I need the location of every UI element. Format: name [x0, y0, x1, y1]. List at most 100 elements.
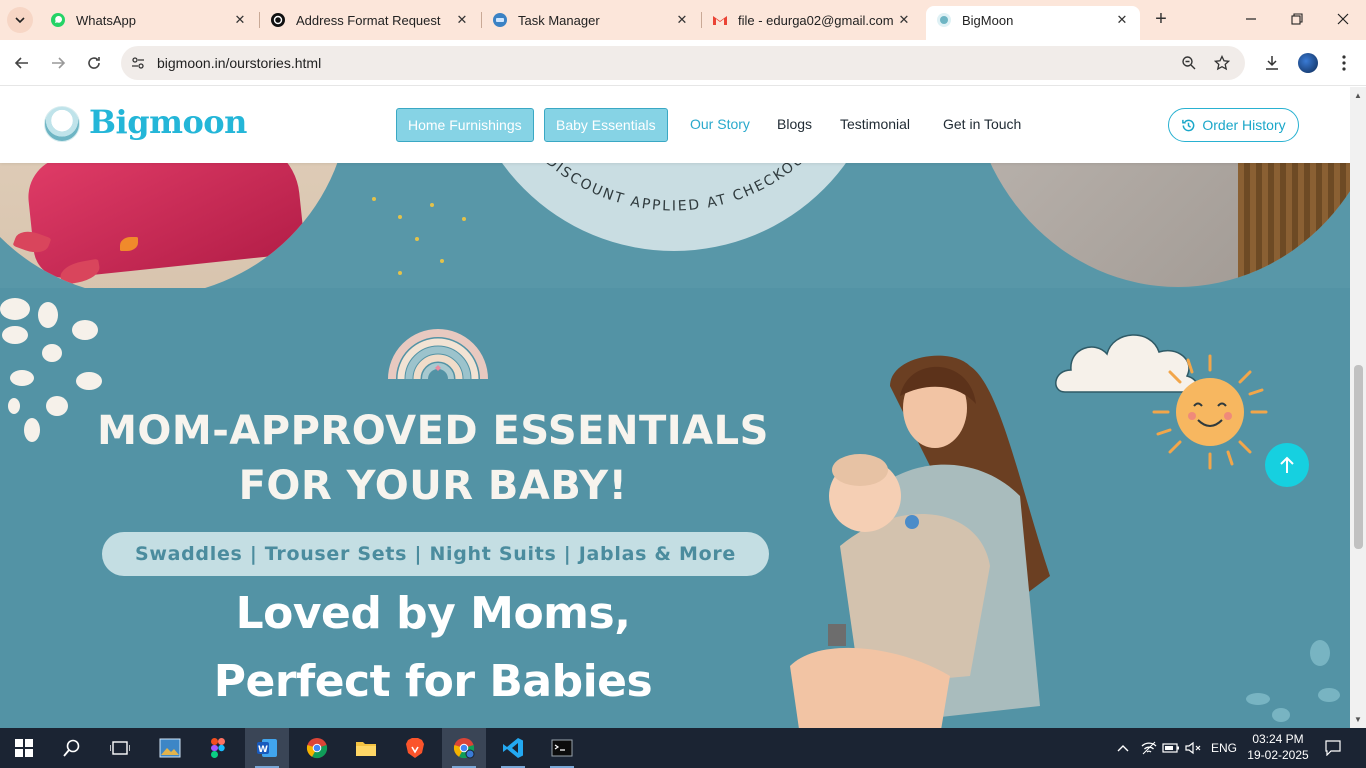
- task-view-button[interactable]: [98, 728, 142, 768]
- start-icon: [15, 739, 33, 757]
- tagline-line2: Perfect for Babies: [213, 656, 653, 707]
- taskbar-photos[interactable]: [148, 728, 192, 768]
- tab-address-format[interactable]: Address Format Request ✕: [260, 6, 480, 34]
- tab-title: file - edurga02@gmail.com: [738, 12, 894, 28]
- forward-button[interactable]: [46, 51, 70, 75]
- page-viewport: • DISCOUNT APPLIED AT CHECKOUT MOM-A: [0, 87, 1350, 728]
- mother-with-baby-photo: [790, 355, 1050, 728]
- minimize-button[interactable]: [1240, 8, 1262, 30]
- spot-decoration: [2, 326, 28, 344]
- profile-avatar[interactable]: [1298, 53, 1318, 73]
- scroll-to-top-button[interactable]: [1265, 443, 1309, 487]
- browser-toolbar: bigmoon.in/ourstories.html: [0, 40, 1366, 86]
- zoom-icon[interactable]: [1180, 54, 1198, 72]
- downloads-button[interactable]: [1261, 52, 1283, 74]
- banner-headline-line1: MOM-APPROVED ESSENTIALS: [97, 408, 769, 454]
- reload-icon: [88, 57, 100, 69]
- whatsapp-icon: [50, 12, 66, 28]
- tab-title: Address Format Request: [296, 12, 441, 28]
- tab-gmail[interactable]: file - edurga02@gmail.com ✕: [702, 6, 922, 34]
- chevron-up-icon: [1117, 745, 1129, 752]
- sparkle-dot: [415, 237, 419, 241]
- address-bar[interactable]: bigmoon.in/ourstories.html: [121, 46, 1245, 80]
- close-icon[interactable]: ✕: [454, 12, 470, 28]
- wifi-icon: [1141, 741, 1157, 755]
- volume-muted-icon: [1185, 741, 1201, 755]
- taskbar-clock[interactable]: 03:24 PM 19-02-2025: [1244, 731, 1312, 763]
- tab-bigmoon[interactable]: BigMoon ✕: [926, 6, 1140, 40]
- nav-get-in-touch[interactable]: Get in Touch: [943, 116, 1021, 132]
- baby-essentials-banner: MOM-APPROVED ESSENTIALS FOR YOUR BABY! S…: [0, 288, 1350, 728]
- back-arrow-icon: [14, 57, 28, 69]
- site-logo-text[interactable]: Bigmoon: [89, 103, 247, 141]
- bookmark-star-icon[interactable]: [1213, 54, 1231, 72]
- show-hidden-icons-button[interactable]: [1112, 728, 1134, 768]
- scrollbar-thumb[interactable]: [1354, 365, 1363, 549]
- order-history-button[interactable]: Order History: [1168, 108, 1299, 142]
- sparkle-dot: [430, 203, 434, 207]
- close-window-button[interactable]: [1332, 8, 1354, 30]
- product-categories-pill: Swaddles | Trouser Sets | Night Suits | …: [102, 532, 769, 576]
- battery-status[interactable]: [1160, 728, 1182, 768]
- nav-our-story[interactable]: Our Story: [690, 116, 750, 132]
- reload-button[interactable]: [82, 51, 106, 75]
- taskbar-chrome-profile[interactable]: [442, 728, 486, 768]
- minimize-icon: [1246, 18, 1256, 20]
- windows-taskbar: W ENG 03:24 PM 19-02-2025: [0, 728, 1366, 768]
- figma-icon: [211, 738, 225, 758]
- taskbar-search-button[interactable]: [50, 728, 94, 768]
- taskbar-terminal[interactable]: [540, 728, 584, 768]
- language-indicator[interactable]: ENG: [1206, 728, 1242, 768]
- back-button[interactable]: [10, 51, 34, 75]
- bigmoon-logo-icon[interactable]: [44, 106, 80, 142]
- close-icon: [1337, 13, 1349, 25]
- close-icon[interactable]: ✕: [896, 12, 912, 28]
- scroll-up-arrow-icon[interactable]: ▲: [1353, 90, 1363, 100]
- brave-icon: [406, 738, 424, 758]
- taskbar-chrome[interactable]: [295, 728, 339, 768]
- file-explorer-icon: [356, 742, 376, 756]
- nav-blogs[interactable]: Blogs: [777, 116, 812, 132]
- close-icon[interactable]: ✕: [232, 12, 248, 28]
- nav-baby-essentials[interactable]: Baby Essentials: [544, 108, 668, 142]
- volume-control[interactable]: [1182, 728, 1204, 768]
- photos-icon: [159, 738, 181, 758]
- network-status[interactable]: [1138, 728, 1160, 768]
- scroll-down-arrow-icon[interactable]: ▼: [1353, 714, 1363, 724]
- vscode-icon: [503, 738, 523, 758]
- leaf-decoration: [1318, 688, 1340, 702]
- new-tab-button[interactable]: +: [1150, 8, 1172, 30]
- nav-home-furnishings[interactable]: Home Furnishings: [396, 108, 534, 142]
- close-icon[interactable]: ✕: [1114, 12, 1130, 28]
- page-scrollbar[interactable]: ▲ ▼: [1350, 87, 1366, 728]
- tab-search-button[interactable]: [7, 7, 33, 33]
- site-info-icon[interactable]: [129, 54, 147, 72]
- arrow-up-icon: [1280, 456, 1294, 473]
- start-button[interactable]: [2, 728, 46, 768]
- url-text[interactable]: bigmoon.in/ourstories.html: [157, 55, 321, 71]
- taskbar-vscode[interactable]: [491, 728, 535, 768]
- restore-button[interactable]: [1286, 8, 1308, 30]
- taskbar-word[interactable]: W: [245, 728, 289, 768]
- plus-icon: +: [1155, 7, 1167, 30]
- more-vert-icon: [1342, 55, 1346, 71]
- leaf-decoration: [1310, 640, 1330, 666]
- taskbar-file-explorer[interactable]: [344, 728, 388, 768]
- chrome-profile-icon: [453, 738, 475, 759]
- sparkle-dot: [440, 259, 444, 263]
- site-header: Bigmoon Home Furnishings Baby Essentials…: [0, 87, 1350, 163]
- chevron-down-icon: [15, 17, 25, 24]
- notifications-button[interactable]: [1320, 728, 1346, 768]
- banner-headline-line2: FOR YOUR BABY!: [238, 463, 628, 509]
- close-icon[interactable]: ✕: [674, 12, 690, 28]
- nav-testimonial[interactable]: Testimonial: [840, 116, 910, 132]
- taskbar-figma[interactable]: [196, 728, 240, 768]
- browser-menu-button[interactable]: [1333, 52, 1355, 74]
- taskbar-brave[interactable]: [393, 728, 437, 768]
- openai-icon: [270, 12, 286, 28]
- tab-task-manager[interactable]: Task Manager ✕: [482, 6, 700, 34]
- tab-whatsapp[interactable]: WhatsApp ✕: [40, 6, 258, 34]
- spot-decoration: [72, 320, 98, 340]
- tab-title: WhatsApp: [76, 12, 136, 28]
- task-view-icon: [110, 741, 130, 755]
